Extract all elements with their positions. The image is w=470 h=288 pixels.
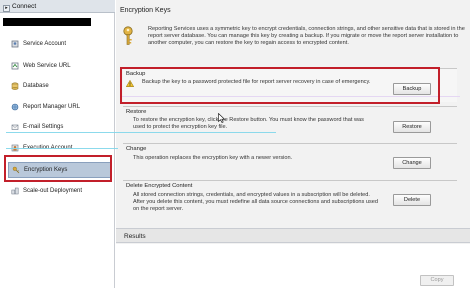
restore-title: Restore xyxy=(126,109,147,115)
nav-item-report-manager-url[interactable]: Report Manager URL xyxy=(8,100,112,114)
nav-item-web-service-url[interactable]: Web Service URL xyxy=(8,59,112,73)
mouse-cursor-icon xyxy=(218,113,225,123)
change-button[interactable]: Change xyxy=(393,157,431,169)
service-account-icon xyxy=(11,40,19,48)
nav-item-label: Database xyxy=(23,83,49,89)
intro-description: Reporting Services uses a symmetric key … xyxy=(148,26,465,47)
email-icon xyxy=(11,124,19,130)
nav-item-email-settings[interactable]: E-mail Settings xyxy=(8,120,112,134)
scaleout-icon xyxy=(11,187,19,195)
delete-description: All stored connection strings, credentia… xyxy=(133,192,379,212)
server-name-redacted[interactable] xyxy=(3,18,91,26)
nav-item-label: Scale-out Deployment xyxy=(23,188,83,194)
database-icon xyxy=(11,82,19,90)
change-title: Change xyxy=(126,146,147,152)
change-group: Change This operation replaces the encry… xyxy=(123,143,457,179)
restore-description: To restore the encryption key, click the… xyxy=(133,117,364,130)
backup-button[interactable]: Backup xyxy=(393,83,431,95)
globe-icon xyxy=(11,103,19,111)
warning-icon xyxy=(126,80,134,87)
left-navigation-pane: ▸ Connect Service Account Web Service URL… xyxy=(0,0,115,288)
key-icon xyxy=(12,166,20,174)
connect-label: Connect xyxy=(12,3,37,10)
backup-group: Backup Backup the key to a password prot… xyxy=(123,68,457,102)
nav-item-database[interactable]: Database xyxy=(8,79,112,93)
connect-icon: ▸ xyxy=(3,5,10,12)
nav-item-label: Web Service URL xyxy=(23,63,71,69)
execution-account-icon xyxy=(11,144,19,152)
nav-item-encryption-keys[interactable]: Encryption Keys xyxy=(8,162,112,178)
nav-item-scale-out-deployment[interactable]: Scale-out Deployment xyxy=(8,184,112,198)
delete-button[interactable]: Delete xyxy=(393,194,431,206)
backup-title: Backup xyxy=(126,71,146,77)
nav-item-service-account[interactable]: Service Account xyxy=(8,37,112,51)
nav-item-label: Service Account xyxy=(23,41,67,47)
nav-item-label: Execution Account xyxy=(23,145,73,151)
delete-group: Delete Encrypted Content All stored conn… xyxy=(123,180,457,226)
page-title: Encryption Keys xyxy=(120,7,171,14)
nav-item-label: E-mail Settings xyxy=(23,124,64,130)
restore-button[interactable]: Restore xyxy=(393,121,431,133)
results-header: Results xyxy=(116,228,470,243)
nav-item-execution-account[interactable]: Execution Account xyxy=(8,141,112,155)
copy-button[interactable]: Copy xyxy=(420,275,454,286)
change-description: This operation replaces the encryption k… xyxy=(133,155,293,161)
delete-title: Delete Encrypted Content xyxy=(126,183,193,189)
key-large-icon xyxy=(123,26,133,45)
connect-header[interactable]: ▸ Connect xyxy=(0,0,115,13)
nav-item-label: Report Manager URL xyxy=(23,104,81,110)
nav-item-label: Encryption Keys xyxy=(24,167,68,173)
restore-group: Restore To restore the encryption key, c… xyxy=(123,106,457,142)
results-area: Copy xyxy=(116,244,470,288)
web-url-icon xyxy=(11,62,19,70)
backup-description: Backup the key to a password protected f… xyxy=(142,79,371,85)
